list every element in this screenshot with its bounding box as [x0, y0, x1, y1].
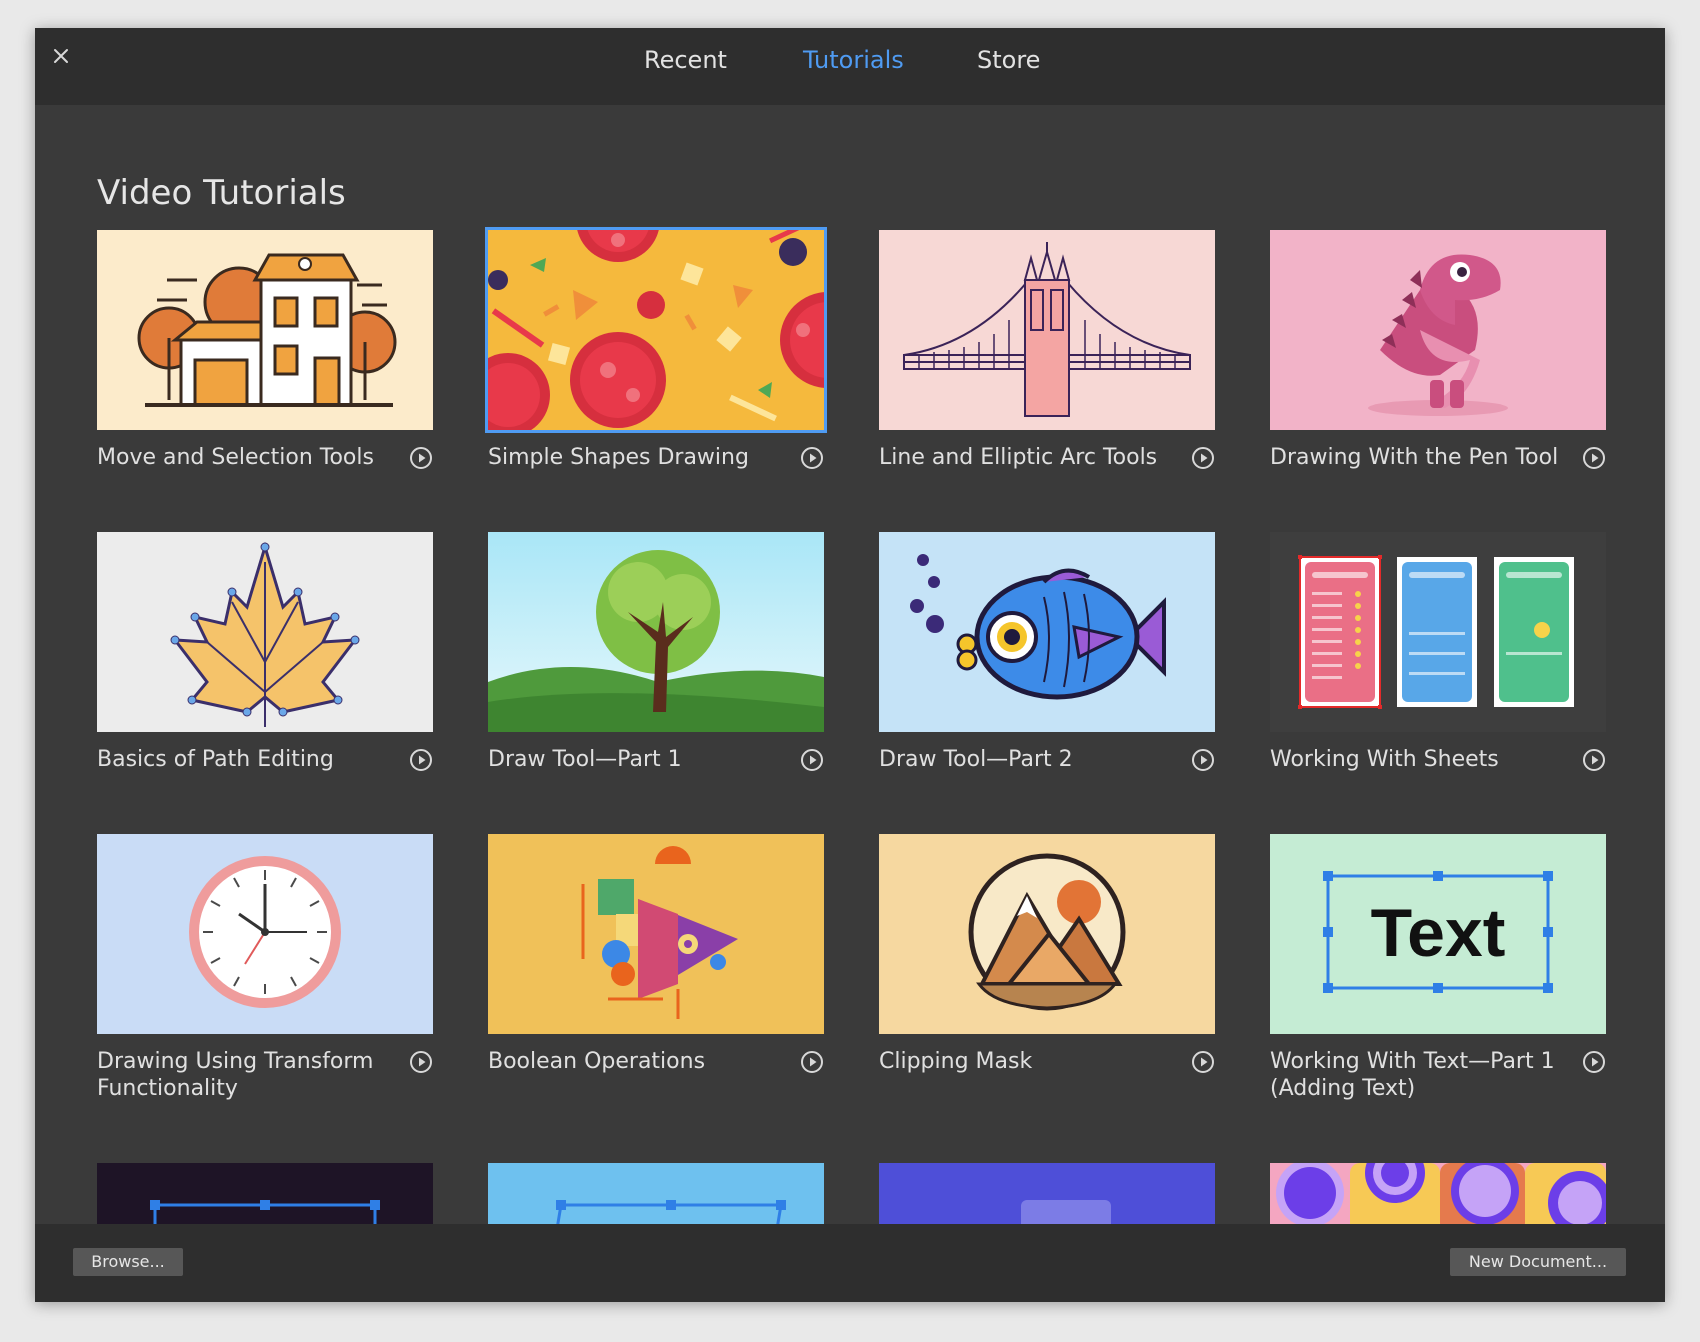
play-icon[interactable]	[800, 446, 824, 470]
tutorial-title: Working With Sheets	[1270, 747, 1499, 772]
new-document-button[interactable]: New Document...	[1450, 1248, 1626, 1276]
tutorial-title: Draw Tool—Part 1	[488, 747, 682, 772]
tutorial-title: Drawing With the Pen Tool	[1270, 445, 1559, 470]
thumbnail-clock[interactable]	[97, 834, 433, 1034]
tab-tutorials[interactable]: Tutorials	[803, 46, 904, 74]
play-icon[interactable]	[409, 748, 433, 772]
tutorial-title: Draw Tool—Part 2	[879, 747, 1073, 772]
tutorial-title: Basics of Path Editing	[97, 747, 334, 772]
play-icon[interactable]	[1582, 1050, 1606, 1074]
thumbnail-dinosaur[interactable]	[1270, 230, 1606, 430]
play-icon[interactable]	[800, 1050, 824, 1074]
tab-bar: Recent Tutorials Store	[35, 28, 1665, 105]
play-icon[interactable]	[800, 748, 824, 772]
play-icon[interactable]	[1582, 446, 1606, 470]
tutorial-title: Line and Elliptic Arc Tools	[879, 445, 1158, 470]
start-window: Recent Tutorials Store Video Tutorials M…	[35, 28, 1665, 1302]
thumbnail-sheets[interactable]	[1270, 532, 1606, 732]
thumbnail-pizza[interactable]	[485, 227, 827, 433]
play-icon[interactable]	[1191, 748, 1215, 772]
play-icon[interactable]	[1191, 1050, 1215, 1074]
play-icon[interactable]	[1191, 446, 1215, 470]
thumbnail-leaf[interactable]	[97, 532, 433, 732]
tutorial-title: Working With Text—Part 1 (Adding Text)	[1270, 1049, 1555, 1101]
thumbnail-text[interactable]: Text	[1270, 834, 1606, 1034]
tutorial-title: Boolean Operations	[488, 1049, 706, 1074]
tutorial-title: Drawing Using Transform Functionality	[97, 1049, 374, 1101]
thumbnail-clipping-mask[interactable]	[879, 834, 1215, 1034]
thumbnail-fish[interactable]	[879, 532, 1215, 732]
bottom-bar: Browse... New Document...	[35, 1224, 1665, 1302]
tab-recent[interactable]: Recent	[644, 46, 727, 74]
browse-button[interactable]: Browse...	[73, 1248, 183, 1276]
thumbnail-boolean[interactable]	[488, 834, 824, 1034]
thumbnail-text-label: Text	[1371, 895, 1506, 971]
play-icon[interactable]	[409, 446, 433, 470]
tutorial-title: Clipping Mask	[879, 1049, 1033, 1074]
tutorial-title: Simple Shapes Drawing	[488, 445, 749, 470]
top-bar: Recent Tutorials Store	[35, 28, 1665, 105]
thumbnail-tree[interactable]	[488, 532, 824, 732]
play-icon[interactable]	[1582, 748, 1606, 772]
tab-store[interactable]: Store	[977, 46, 1040, 74]
thumbnail-house[interactable]	[97, 230, 433, 430]
tutorials-panel[interactable]: Video Tutorials Move and Selection Tools…	[35, 105, 1665, 1253]
thumbnail-bridge[interactable]	[879, 230, 1215, 430]
play-icon[interactable]	[409, 1050, 433, 1074]
tutorial-title: Move and Selection Tools	[97, 445, 374, 470]
section-title: Video Tutorials	[97, 173, 346, 213]
